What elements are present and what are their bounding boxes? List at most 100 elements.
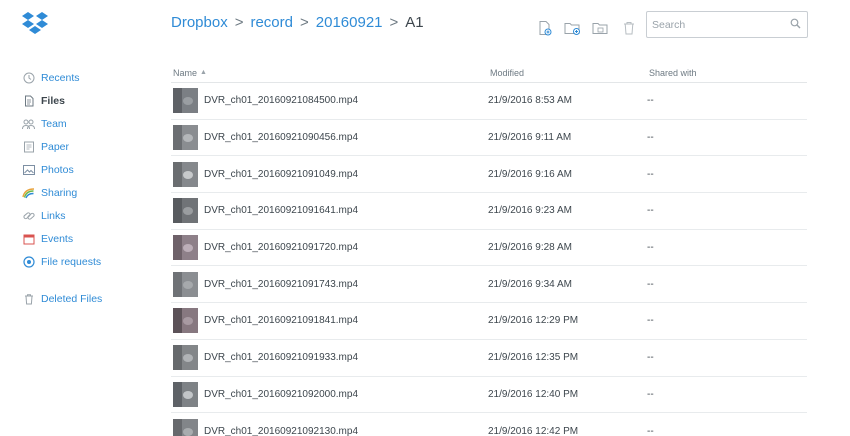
sidebar-item-file-requests[interactable]: File requests — [22, 250, 152, 273]
sidebar-item-links[interactable]: Links — [22, 204, 152, 227]
file-list: DVR_ch01_20160921084500.mp4 21/9/2016 8:5… — [171, 83, 807, 436]
sidebar-item-label: Paper — [41, 140, 70, 153]
sidebar-item-label: Events — [41, 232, 74, 245]
search-input[interactable] — [652, 18, 790, 31]
sidebar-item-events[interactable]: Events — [22, 227, 152, 250]
file-name-cell: DVR_ch01_20160921092000.mp4 — [171, 381, 488, 407]
table-row[interactable]: DVR_ch01_20160921091641.mp4 21/9/2016 9:2… — [171, 193, 807, 230]
shared-with-cell: -- — [647, 388, 654, 400]
file-name-cell: DVR_ch01_20160921091743.mp4 — [171, 271, 488, 297]
table-row[interactable]: DVR_ch01_20160921084500.mp4 21/9/2016 8:5… — [171, 83, 807, 120]
video-thumbnail[interactable] — [173, 381, 198, 407]
video-thumbnail[interactable] — [173, 308, 198, 334]
sidebar-item-label: Sharing — [41, 186, 78, 199]
new-folder-icon[interactable] — [592, 19, 610, 37]
paper-icon — [22, 140, 35, 153]
file-name-cell: DVR_ch01_20160921091641.mp4 — [171, 198, 488, 224]
breadcrumb-link[interactable]: Dropbox — [171, 14, 228, 31]
sidebar-item-label: Recents — [41, 71, 80, 84]
photos-icon — [22, 163, 35, 176]
sidebar-item-deleted-files[interactable]: Deleted Files — [22, 287, 152, 310]
file-name-cell: DVR_ch01_20160921084500.mp4 — [171, 88, 488, 114]
file-name[interactable]: DVR_ch01_20160921091743.mp4 — [204, 279, 358, 290]
video-thumbnail[interactable] — [173, 271, 198, 297]
file-name-cell: DVR_ch01_20160921091049.mp4 — [171, 161, 488, 187]
video-thumbnail[interactable] — [173, 125, 198, 151]
toolbar — [536, 19, 638, 37]
sort-ascending-icon: ▲ — [200, 69, 207, 76]
video-thumbnail[interactable] — [173, 161, 198, 187]
column-header-shared-with[interactable]: Shared with — [647, 68, 807, 78]
modified-cell: 21/9/2016 9:34 AM — [488, 278, 572, 290]
modified-cell: 21/9/2016 12:35 PM — [488, 352, 579, 364]
sidebar-item-sharing[interactable]: Sharing — [22, 181, 152, 204]
file-name[interactable]: DVR_ch01_20160921091933.mp4 — [204, 352, 358, 363]
search-box — [646, 11, 808, 38]
sidebar-divider — [22, 273, 152, 287]
video-thumbnail[interactable] — [173, 235, 198, 261]
video-thumbnail[interactable] — [173, 88, 198, 114]
sidebar-nav: Recents Files Team Paper Photos Sharing — [22, 66, 152, 310]
table-row[interactable]: DVR_ch01_20160921091841.mp4 21/9/2016 12:… — [171, 303, 807, 340]
modified-cell: 21/9/2016 12:42 PM — [488, 425, 579, 436]
breadcrumb-separator: > — [300, 14, 309, 31]
file-name[interactable]: DVR_ch01_20160921092000.mp4 — [204, 389, 358, 400]
video-thumbnail[interactable] — [173, 345, 198, 371]
shared-with-cell: -- — [647, 315, 654, 327]
table-row[interactable]: DVR_ch01_20160921091049.mp4 21/9/2016 9:1… — [171, 156, 807, 194]
sidebar-item-photos[interactable]: Photos — [22, 158, 152, 181]
file-name[interactable]: DVR_ch01_20160921092130.mp4 — [204, 426, 358, 436]
shared-with-cell: -- — [647, 425, 654, 436]
dropbox-logo-icon[interactable] — [21, 11, 49, 37]
file-name-cell: DVR_ch01_20160921091841.mp4 — [171, 308, 488, 334]
link-icon — [22, 209, 35, 222]
shared-with-cell: -- — [647, 132, 654, 144]
column-header-name[interactable]: Name ▲ — [171, 68, 488, 78]
video-thumbnail[interactable] — [173, 198, 198, 224]
modified-cell: 21/9/2016 9:16 AM — [488, 168, 572, 180]
sidebar-item-label: File requests — [41, 255, 102, 268]
video-thumbnail[interactable] — [173, 418, 198, 436]
column-header-modified[interactable]: Modified — [488, 68, 647, 78]
sidebar-item-paper[interactable]: Paper — [22, 135, 152, 158]
file-name[interactable]: DVR_ch01_20160921091641.mp4 — [204, 205, 358, 216]
sidebar-item-team[interactable]: Team — [22, 112, 152, 135]
shared-with-cell: -- — [647, 278, 654, 290]
shared-with-cell: -- — [647, 242, 654, 254]
file-name[interactable]: DVR_ch01_20160921091841.mp4 — [204, 315, 358, 326]
shared-with-cell: -- — [647, 95, 654, 107]
file-name-cell: DVR_ch01_20160921091720.mp4 — [171, 235, 488, 261]
sidebar-item-recents[interactable]: Recents — [22, 66, 152, 89]
shared-with-cell: -- — [647, 352, 654, 364]
file-name[interactable]: DVR_ch01_20160921091720.mp4 — [204, 242, 358, 253]
trash-icon[interactable] — [620, 19, 638, 37]
file-name-cell: DVR_ch01_20160921090456.mp4 — [171, 125, 488, 151]
table-row[interactable]: DVR_ch01_20160921091743.mp4 21/9/2016 9:3… — [171, 266, 807, 304]
table-row[interactable]: DVR_ch01_20160921091720.mp4 21/9/2016 9:2… — [171, 230, 807, 267]
file-table: Name ▲ Modified Shared with DVR_ch01_201… — [171, 63, 807, 436]
upload-file-icon[interactable] — [536, 19, 554, 37]
breadcrumb-link[interactable]: record — [250, 14, 293, 31]
sidebar-item-label: Files — [41, 94, 65, 107]
modified-cell: 21/9/2016 9:28 AM — [488, 242, 572, 254]
shared-with-cell: -- — [647, 205, 654, 217]
modified-cell: 21/9/2016 9:11 AM — [488, 132, 572, 144]
modified-cell: 21/9/2016 12:40 PM — [488, 388, 579, 400]
sidebar-item-files[interactable]: Files — [22, 89, 152, 112]
table-row[interactable]: DVR_ch01_20160921091933.mp4 21/9/2016 12:… — [171, 340, 807, 377]
table-row[interactable]: DVR_ch01_20160921092130.mp4 21/9/2016 12:… — [171, 413, 807, 436]
breadcrumb-link[interactable]: 20160921 — [316, 14, 383, 31]
file-name[interactable]: DVR_ch01_20160921084500.mp4 — [204, 95, 358, 106]
trash-icon — [22, 292, 35, 305]
file-icon — [22, 94, 35, 107]
file-name[interactable]: DVR_ch01_20160921091049.mp4 — [204, 169, 358, 180]
new-shared-folder-icon[interactable] — [564, 19, 582, 37]
file-name[interactable]: DVR_ch01_20160921090456.mp4 — [204, 132, 358, 143]
table-row[interactable]: DVR_ch01_20160921090456.mp4 21/9/2016 9:1… — [171, 120, 807, 157]
search-icon[interactable] — [790, 16, 801, 34]
modified-cell: 21/9/2016 9:23 AM — [488, 205, 572, 217]
table-header: Name ▲ Modified Shared with — [171, 63, 807, 83]
table-row[interactable]: DVR_ch01_20160921092000.mp4 21/9/2016 12:… — [171, 377, 807, 414]
sharing-icon — [22, 186, 35, 199]
column-header-label: Name — [173, 67, 198, 78]
